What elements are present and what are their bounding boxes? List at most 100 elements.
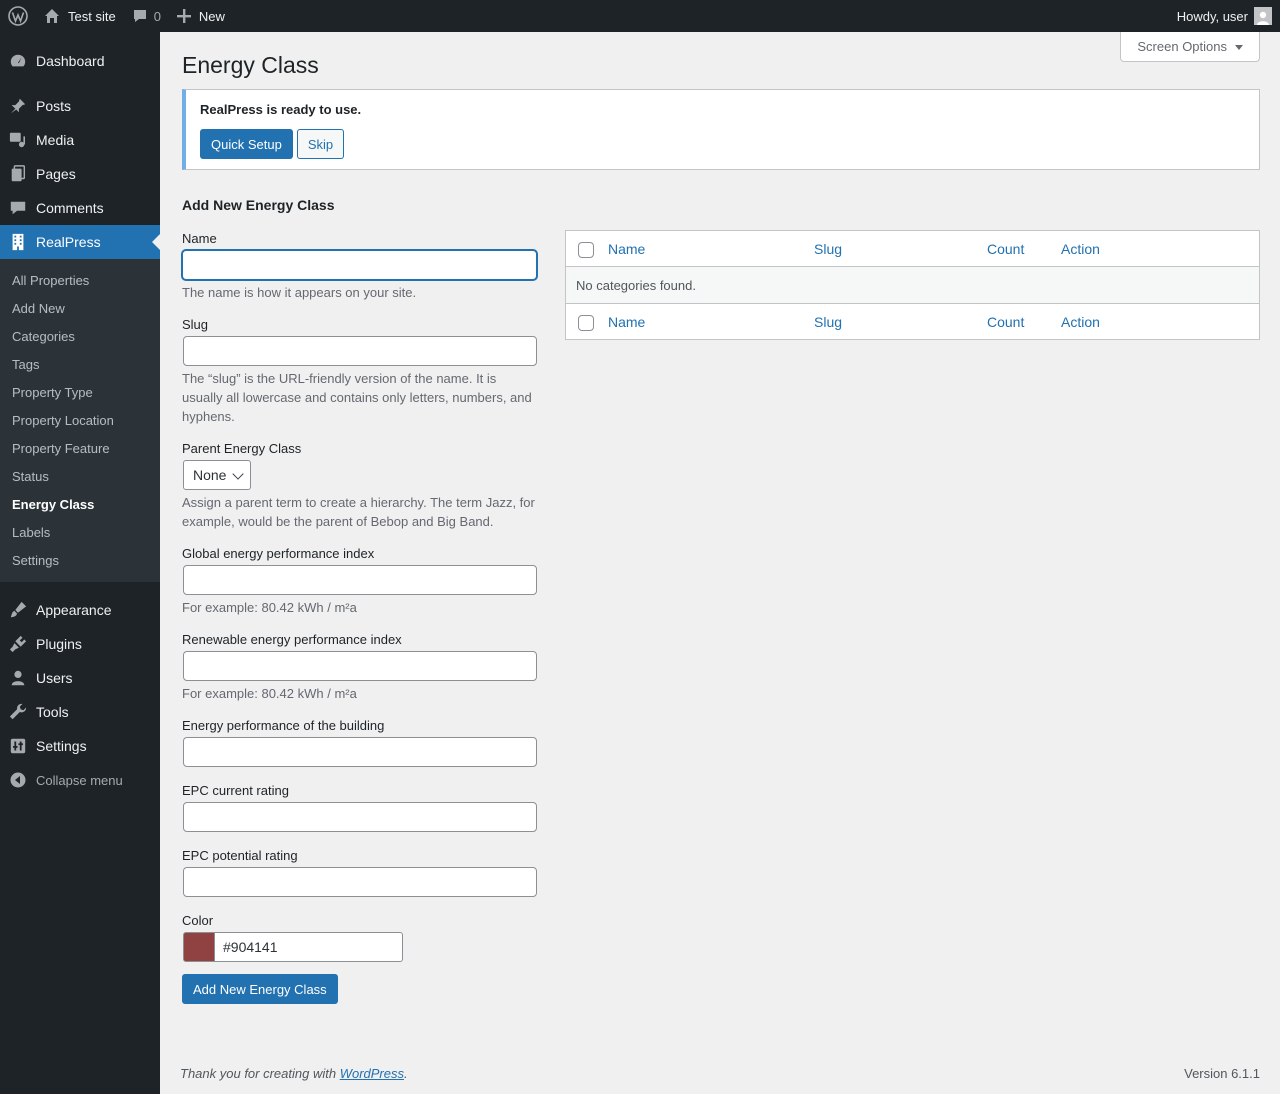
- home-icon: [44, 8, 60, 24]
- column-name-footer[interactable]: Name: [608, 314, 645, 330]
- epc-potential-label: EPC potential rating: [182, 848, 298, 863]
- admin-sidebar: Dashboard Posts Media Pages Comments Rea…: [0, 32, 160, 1094]
- column-action-header[interactable]: Action: [1061, 241, 1100, 257]
- table-header-row: Name Slug Count Action: [566, 231, 1259, 267]
- parent-select-value: None: [193, 467, 227, 483]
- submenu-item-energy-class[interactable]: Energy Class: [0, 490, 160, 518]
- sidebar-item-media[interactable]: Media: [0, 123, 160, 157]
- submenu-item-property-feature[interactable]: Property Feature: [0, 434, 160, 462]
- global-index-input[interactable]: [183, 565, 537, 595]
- sidebar-item-label: Media: [36, 132, 75, 148]
- column-slug-header[interactable]: Slug: [814, 241, 842, 257]
- select-all-checkbox[interactable]: [578, 242, 594, 258]
- building-performance-input[interactable]: [183, 737, 537, 767]
- slug-input[interactable]: [183, 336, 537, 366]
- sidebar-item-plugins[interactable]: Plugins: [0, 627, 160, 661]
- collapse-icon: [8, 770, 28, 790]
- collapse-menu-label: Collapse menu: [36, 772, 123, 788]
- building-icon: [8, 232, 28, 252]
- footer-thanks-suffix: .: [404, 1066, 408, 1081]
- submenu-item-property-location[interactable]: Property Location: [0, 406, 160, 434]
- footer-thanks: Thank you for creating with WordPress.: [180, 1066, 408, 1081]
- submenu-item-labels[interactable]: Labels: [0, 518, 160, 546]
- parent-description: Assign a parent term to create a hierarc…: [182, 495, 535, 529]
- sidebar-item-pages[interactable]: Pages: [0, 157, 160, 191]
- sidebar-item-appearance[interactable]: Appearance: [0, 593, 160, 627]
- submenu-item-categories[interactable]: Categories: [0, 322, 160, 350]
- comments-link[interactable]: 0: [124, 0, 169, 32]
- column-count-header[interactable]: Count: [987, 241, 1024, 257]
- sidebar-item-tools[interactable]: Tools: [0, 695, 160, 729]
- epc-current-input[interactable]: [183, 802, 537, 832]
- slug-description: The “slug” is the URL-friendly version o…: [182, 371, 532, 424]
- footer-thanks-text: Thank you for creating with: [180, 1066, 340, 1081]
- wordpress-link[interactable]: WordPress: [340, 1066, 404, 1081]
- sidebar-item-comments[interactable]: Comments: [0, 191, 160, 225]
- new-label: New: [198, 8, 225, 24]
- terms-table: Name Slug Count Action No categories fou…: [565, 230, 1260, 340]
- sidebar-item-label: Appearance: [36, 602, 112, 618]
- name-label: Name: [182, 231, 217, 246]
- renewable-index-description: For example: 80.42 kWh / m²a: [182, 686, 357, 701]
- submenu-item-all-properties[interactable]: All Properties: [0, 266, 160, 294]
- column-name-header[interactable]: Name: [608, 241, 645, 257]
- sidebar-item-settings[interactable]: Settings: [0, 729, 160, 763]
- sidebar-item-label: Dashboard: [36, 53, 105, 69]
- sidebar-item-label: Plugins: [36, 636, 82, 652]
- howdy-text: Howdy, user: [1176, 8, 1248, 24]
- color-input[interactable]: #904141: [215, 932, 403, 962]
- epc-potential-input[interactable]: [183, 867, 537, 897]
- chevron-down-icon: [232, 468, 244, 480]
- form-heading: Add New Energy Class: [182, 197, 335, 213]
- sidebar-item-realpress[interactable]: RealPress: [0, 225, 160, 259]
- renewable-index-input[interactable]: [183, 651, 537, 681]
- admin-bar: Test site 0 New Howdy, user: [0, 0, 1280, 32]
- sidebar-item-label: Settings: [36, 738, 87, 754]
- submenu-item-add-new[interactable]: Add New: [0, 294, 160, 322]
- column-slug-footer[interactable]: Slug: [814, 314, 842, 330]
- sidebar-item-label: Posts: [36, 98, 72, 114]
- submenu-item-settings[interactable]: Settings: [0, 546, 160, 574]
- screen-options-button[interactable]: Screen Options: [1120, 32, 1260, 62]
- submenu-item-tags[interactable]: Tags: [0, 350, 160, 378]
- sidebar-item-posts[interactable]: Posts: [0, 89, 160, 123]
- color-label: Color: [182, 913, 214, 928]
- add-new-energy-class-button[interactable]: Add New Energy Class: [182, 974, 338, 1004]
- comment-icon: [132, 8, 148, 24]
- sidebar-item-dashboard[interactable]: Dashboard: [0, 44, 160, 78]
- media-icon: [8, 130, 28, 150]
- slug-label: Slug: [182, 317, 209, 332]
- quick-setup-button[interactable]: Quick Setup: [200, 129, 293, 159]
- page-title: Energy Class: [182, 52, 319, 78]
- name-input[interactable]: [182, 250, 537, 280]
- add-term-form: Add New Energy Class Name The name is ho…: [182, 197, 537, 1004]
- notice-message: RealPress is ready to use.: [200, 102, 362, 117]
- color-swatch-button[interactable]: [183, 932, 215, 962]
- avatar: [1254, 7, 1272, 25]
- parent-label: Parent Energy Class: [182, 441, 302, 456]
- new-content-link[interactable]: New: [169, 0, 233, 32]
- parent-select[interactable]: None: [183, 460, 251, 490]
- footer-version: Version 6.1.1: [1184, 1066, 1260, 1081]
- dashboard-icon: [8, 51, 28, 71]
- select-all-checkbox-footer[interactable]: [578, 315, 594, 331]
- user-account-link[interactable]: Howdy, user: [1169, 0, 1280, 32]
- skip-button[interactable]: Skip: [296, 129, 345, 159]
- sidebar-item-users[interactable]: Users: [0, 661, 160, 695]
- realpress-notice: RealPress is ready to use. Quick Setup S…: [182, 89, 1260, 170]
- realpress-submenu: All Properties Add New Categories Tags P…: [0, 259, 160, 582]
- renewable-index-label: Renewable energy performance index: [182, 632, 402, 647]
- table-empty-row: No categories found.: [566, 267, 1259, 303]
- submenu-item-status[interactable]: Status: [0, 462, 160, 490]
- submenu-item-property-type[interactable]: Property Type: [0, 378, 160, 406]
- sidebar-item-label: Pages: [36, 166, 76, 182]
- site-name-link[interactable]: Test site: [36, 0, 124, 32]
- column-count-footer[interactable]: Count: [987, 314, 1024, 330]
- column-action-footer[interactable]: Action: [1061, 314, 1100, 330]
- wordpress-logo-icon[interactable]: [0, 0, 36, 32]
- collapse-menu-button[interactable]: Collapse menu: [0, 763, 160, 797]
- wrench-icon: [8, 702, 28, 722]
- caret-down-icon: [1235, 44, 1243, 54]
- sidebar-item-label: RealPress: [36, 234, 101, 250]
- settings-icon: [8, 736, 28, 756]
